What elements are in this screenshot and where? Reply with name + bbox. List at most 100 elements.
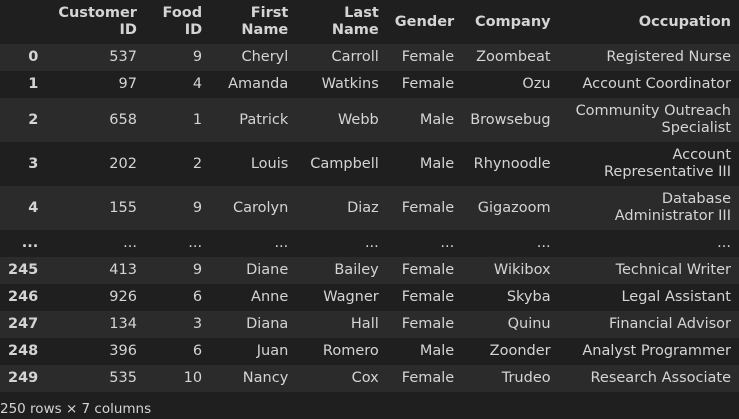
food-id-cell: 2 [192,155,203,172]
row-index: 1 [28,76,39,92]
table-row: 0 537 9 Cheryl Carroll Female Zoombeat Register… [0,44,739,71]
customer-id-cell: 202 [109,155,137,172]
first-name-cell: Cheryl [241,49,289,65]
occupation-cell: Technical Writer [615,262,731,278]
first-name-cell: Patrick [239,111,289,128]
table-row: 247 134 3 Diana Hall Female Quinu Financial Adv… [0,311,739,338]
first-name-cell: Amanda [228,76,289,92]
company-cell: Gigazoom [477,199,551,216]
occupation-header: Occupation [559,0,739,44]
last-name-header-line: Name [331,22,379,38]
last-name-cell: Cox [351,370,379,386]
company-cell: Trudeo [501,370,551,386]
customer-id-header-line: Customer [58,5,137,21]
company-header: Company [462,0,558,44]
customer-id-cell: 535 [109,370,137,386]
food-id-header-line: ID [184,22,203,38]
last-name-cell: Carroll [331,49,379,65]
customer-id-cell: ... [123,235,137,251]
company-cell: Zoombeat [476,49,551,65]
gender-cell: Female [401,199,455,216]
row-index: 3 [28,155,39,172]
dataframe-output: Customer ID Food ID First Name Last Name Gender C… [0,0,739,419]
first-name-cell: Louis [250,155,289,172]
occupation-header-line: Occupation [638,13,731,30]
gender-cell: Female [401,76,455,92]
company-cell: Skyba [506,289,551,305]
gender-cell: Male [419,111,455,128]
last-name-cell: Wagner [323,289,379,305]
company-cell: Ozu [522,76,551,92]
food-id-cell: ... [188,235,203,251]
row-index: 249 [8,370,39,386]
table-row: 249 535 10 Nancy Cox Female Trudeo Research Ass… [0,365,739,392]
occupation-cell: Community Outreach Specialist [575,103,731,136]
company-cell: Wikibox [493,262,551,278]
gender-cell: Male [419,343,455,359]
occupation-cell: Account Representative III [603,147,731,180]
customer-id-header: Customer ID [46,0,145,44]
occupation-cell: Analyst Programmer [582,343,731,359]
table-row: 2 658 1 Patrick Webb Male Browsebug Community O… [0,98,739,142]
first-name-cell: Diane [246,262,289,278]
company-cell: Zoonder [489,343,551,359]
last-name-cell: Hall [350,316,379,332]
first-name-header-line: First [250,5,289,21]
occupation-cell: Financial Advisor [609,316,731,332]
occupation-cell: ... [717,235,731,251]
first-name-header-line: Name [241,22,289,38]
company-header-line: Company [474,13,551,30]
row-index: 245 [8,262,39,278]
row-index: ... [21,235,39,251]
occupation-cell: Database Administrator III [614,191,731,224]
occupation-cell: Registered Nurse [606,49,731,65]
row-index: 2 [28,111,39,128]
food-id-cell: 9 [192,262,203,278]
table-row: 1 97 4 Amanda Watkins Female Ozu Account Coordi… [0,71,739,98]
gender-header: Gender [387,0,462,44]
food-id-cell: 6 [192,289,203,305]
food-id-header-line: Food [162,5,203,21]
row-count-summary: 250 rows × 7 columns [0,401,152,417]
first-name-cell: Anne [251,289,289,305]
last-name-header-line: Last [344,5,379,21]
header-row: Customer ID Food ID First Name Last Name Gender C… [0,0,739,44]
customer-id-cell: 658 [109,111,137,128]
customer-id-cell: 97 [118,76,137,92]
last-name-header: Last Name [296,0,386,44]
row-index: 4 [28,199,39,216]
last-name-cell: ... [364,235,379,251]
gender-cell: ... [440,235,455,251]
occupation-cell: Account Coordinator [582,76,731,92]
company-cell: Browsebug [470,111,551,128]
food-id-cell: 4 [192,76,203,92]
first-name-cell: Juan [256,343,289,359]
company-cell: ... [536,235,551,251]
last-name-cell: Diaz [347,199,379,216]
food-id-cell: 9 [192,199,203,216]
row-index: 246 [8,289,39,305]
food-id-cell: 9 [192,49,203,65]
table-row: 248 396 6 Juan Romero Male Zoonder Analyst Prog… [0,338,739,365]
gender-cell: Female [401,370,455,386]
first-name-cell: Diana [246,316,289,332]
customer-id-header-line: ID [119,22,137,38]
table-header: Customer ID Food ID First Name Last Name Gender C… [0,0,739,44]
gender-cell: Female [401,49,455,65]
last-name-cell: Webb [337,111,379,128]
customer-id-cell: 413 [109,262,137,278]
first-name-cell: ... [274,235,289,251]
table-row: 245 413 9 Diane Bailey Female Wikibox Technical… [0,257,739,284]
first-name-cell: Carolyn [232,199,289,216]
gender-cell: Female [401,316,455,332]
customer-id-cell: 396 [109,343,137,359]
last-name-cell: Watkins [321,76,379,92]
table-row: 3 202 2 Louis Campbell Male Rhynoodle Account R… [0,142,739,186]
gender-cell: Female [401,289,455,305]
dataframe-table: Customer ID Food ID First Name Last Name Gender C… [0,0,739,392]
table-row: 246 926 6 Anne Wagner Female Skyba Legal Assist… [0,284,739,311]
row-index: 247 [8,316,39,332]
table-row: ........................ [0,230,739,257]
customer-id-cell: 926 [109,289,137,305]
last-name-cell: Bailey [334,262,379,278]
